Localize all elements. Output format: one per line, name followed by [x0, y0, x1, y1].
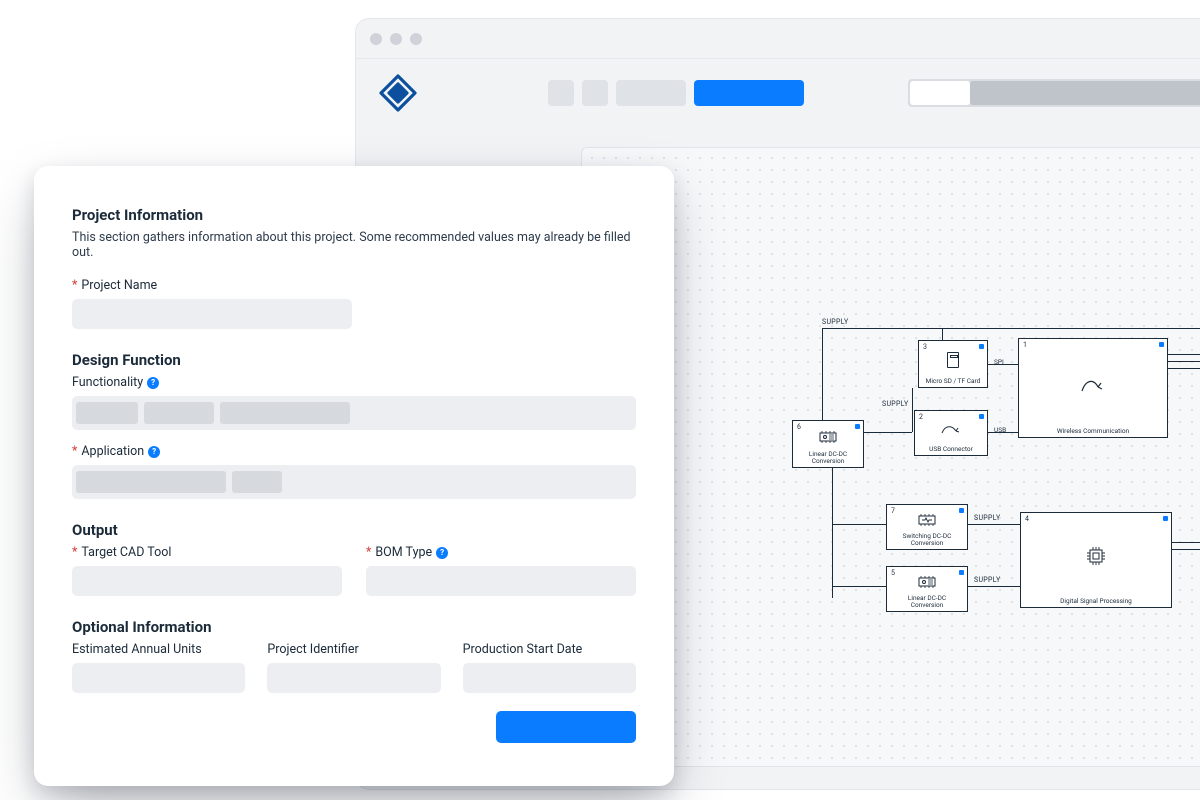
- field-label-project-name: * Project Name: [72, 278, 636, 293]
- toolbar-left: [548, 80, 804, 106]
- toolbar-button[interactable]: [548, 80, 574, 106]
- chip[interactable]: [232, 471, 282, 493]
- section-title-optional: Optional Information: [72, 618, 636, 636]
- annual-units-input[interactable]: [72, 663, 245, 693]
- info-icon[interactable]: ?: [148, 446, 160, 458]
- traffic-light-min[interactable]: [390, 33, 402, 45]
- field-label-application: * Application ?: [72, 444, 636, 459]
- chip[interactable]: [220, 402, 350, 424]
- target-cad-select[interactable]: [72, 566, 342, 596]
- traffic-light-max[interactable]: [410, 33, 422, 45]
- info-icon[interactable]: ?: [147, 377, 159, 389]
- field-label-project-identifier: Project Identifier: [267, 642, 440, 657]
- net-label: SUPPLY: [822, 318, 849, 326]
- chip[interactable]: [144, 402, 214, 424]
- project-identifier-input[interactable]: [267, 663, 440, 693]
- required-asterisk: *: [72, 545, 77, 560]
- field-label-target-cad: * Target CAD Tool: [72, 545, 342, 560]
- block-switching-dcdc[interactable]: 7 Switching DC-DC Conversion: [886, 504, 968, 550]
- net-label: SUPPLY: [974, 576, 1001, 584]
- start-date-input[interactable]: [463, 663, 636, 693]
- section-title-design-function: Design Function: [72, 351, 636, 369]
- traffic-light-close[interactable]: [370, 33, 382, 45]
- project-info-modal: Project Information This section gathers…: [34, 166, 674, 786]
- app-logo-icon: [378, 73, 418, 113]
- info-icon[interactable]: ?: [436, 547, 448, 559]
- submit-button[interactable]: [496, 711, 636, 743]
- toolbar-button[interactable]: [582, 80, 608, 106]
- toolbar-primary-button[interactable]: [694, 80, 804, 106]
- block-dsp[interactable]: 4 Digital Signal Processing: [1020, 512, 1172, 608]
- bom-type-select[interactable]: [366, 566, 636, 596]
- project-name-input[interactable]: [72, 299, 352, 329]
- window-titlebar: [356, 19, 1200, 59]
- block-diagram: SUPPLY 3 Micro SD / TF Card SPI 1 Wirele…: [822, 328, 1200, 668]
- application-input[interactable]: [72, 465, 636, 499]
- block-linear-dcdc-6[interactable]: 6 Linear DC-DC Conversion: [792, 420, 864, 468]
- field-label-annual-units: Estimated Annual Units: [72, 642, 245, 657]
- required-asterisk: *: [72, 444, 77, 459]
- functionality-input[interactable]: [72, 396, 636, 430]
- segmented-option[interactable]: [970, 81, 1200, 105]
- app-topbar: [356, 59, 1200, 127]
- toolbar-segmented[interactable]: [908, 79, 1200, 107]
- toolbar-button[interactable]: [616, 80, 686, 106]
- required-asterisk: *: [366, 545, 371, 560]
- field-label-start-date: Production Start Date: [463, 642, 636, 657]
- section-title-project-info: Project Information: [72, 206, 636, 224]
- field-label-functionality: Functionality ?: [72, 375, 636, 390]
- net-label: SUPPLY: [882, 400, 909, 408]
- block-micro-sd[interactable]: 3 Micro SD / TF Card: [918, 340, 988, 388]
- segmented-option-active[interactable]: [910, 81, 970, 105]
- chip[interactable]: [76, 471, 226, 493]
- section-desc: This section gathers information about t…: [72, 230, 636, 260]
- block-usb-connector[interactable]: 2 USB Connector: [914, 410, 988, 456]
- required-asterisk: *: [72, 278, 77, 293]
- block-wireless[interactable]: 1 Wireless Communication: [1018, 338, 1168, 438]
- section-title-output: Output: [72, 521, 636, 539]
- field-label-bom-type: * BOM Type ?: [366, 545, 636, 560]
- chip[interactable]: [76, 402, 138, 424]
- net-label: SUPPLY: [974, 514, 1001, 522]
- block-linear-dcdc-5[interactable]: 5 Linear DC-DC Conversion: [886, 566, 968, 612]
